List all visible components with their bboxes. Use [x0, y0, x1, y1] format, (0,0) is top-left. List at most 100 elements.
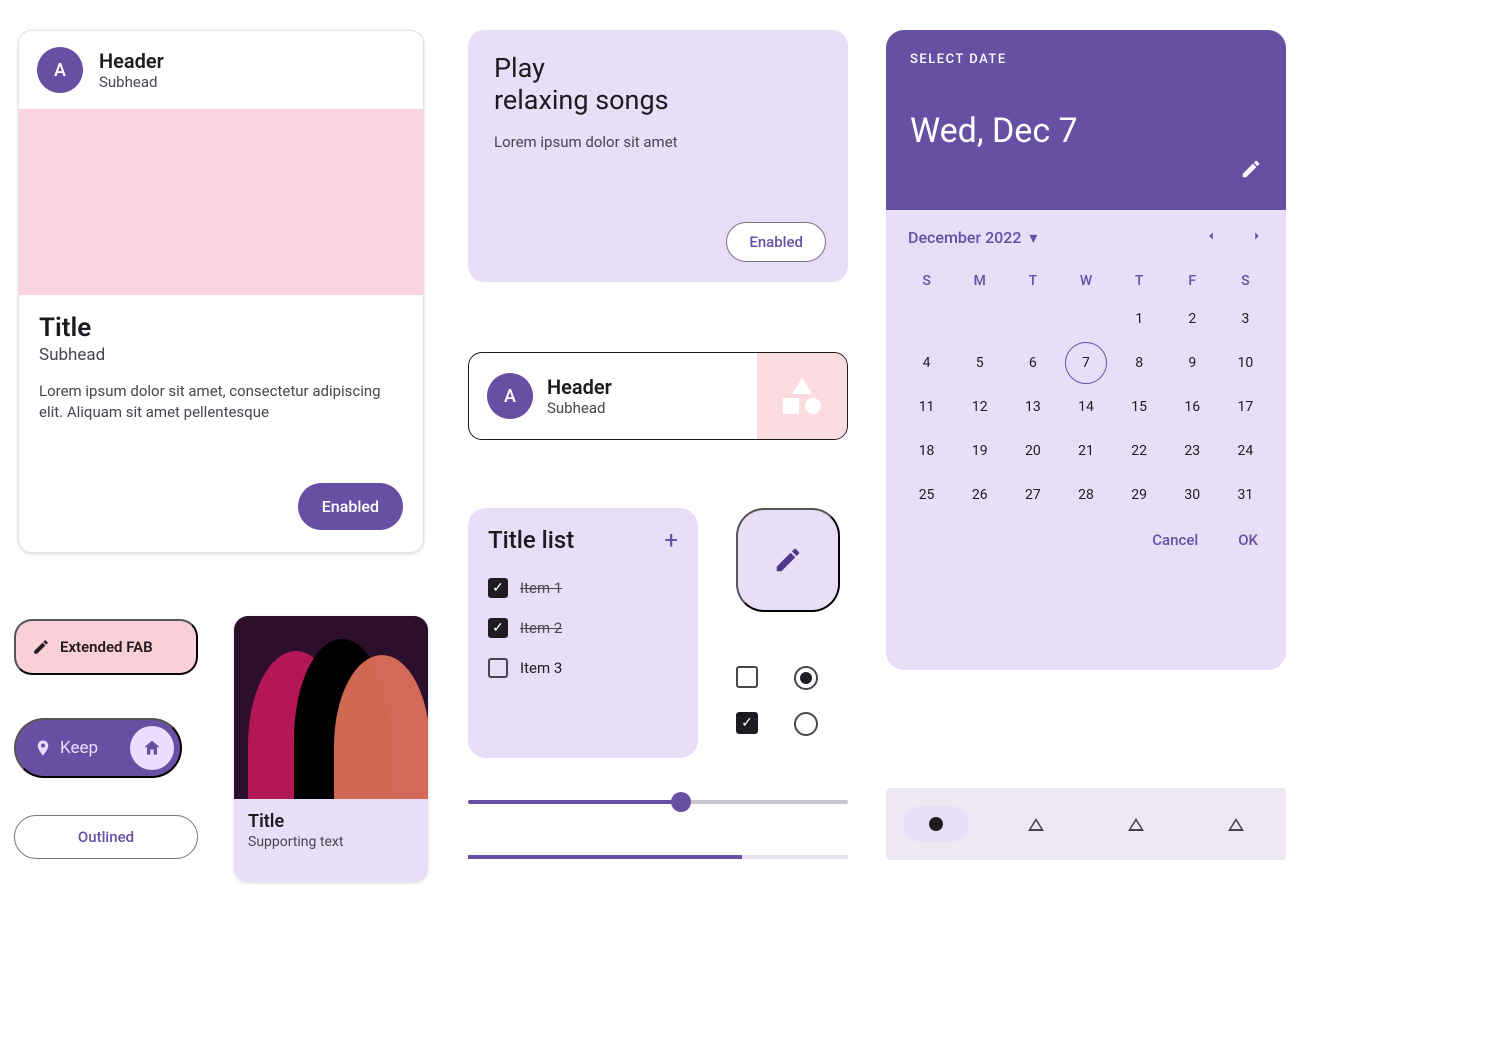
- edit-fab[interactable]: [736, 508, 840, 612]
- header-card[interactable]: A Header Subhead: [468, 352, 848, 440]
- calendar-day[interactable]: 15: [1113, 385, 1166, 429]
- prev-month-button[interactable]: [1204, 228, 1218, 247]
- checkbox[interactable]: [488, 658, 508, 678]
- calendar-day[interactable]: 21: [1059, 429, 1112, 473]
- card-header-text: Header Subhead: [99, 49, 164, 91]
- extended-fab-label: Extended FAB: [60, 638, 153, 656]
- play-card: Play relaxing songs Lorem ipsum dolor si…: [468, 30, 848, 282]
- bottom-nav-item-3[interactable]: [1104, 806, 1168, 842]
- radio-unselected[interactable]: [794, 712, 818, 736]
- image-card[interactable]: Title Supporting text: [234, 616, 428, 882]
- date-picker-ok-button[interactable]: OK: [1238, 531, 1258, 549]
- keep-home-button[interactable]: [130, 726, 174, 770]
- header-card-left: A Header Subhead: [469, 373, 630, 419]
- date-picker-cancel-button[interactable]: Cancel: [1152, 531, 1198, 549]
- list-item[interactable]: ✓Item 1: [488, 568, 678, 608]
- calendar-day[interactable]: 22: [1113, 429, 1166, 473]
- card-hero-image: [19, 109, 423, 295]
- date-picker: SELECT DATE Wed, Dec 7 December 2022 ▾ S…: [886, 30, 1286, 670]
- home-icon: [142, 738, 162, 758]
- calendar-day[interactable]: 18: [900, 429, 953, 473]
- avatar[interactable]: A: [37, 47, 83, 93]
- radio-selected[interactable]: [794, 666, 818, 690]
- checkbox[interactable]: ✓: [488, 578, 508, 598]
- calendar-day[interactable]: 25: [900, 473, 953, 517]
- date-picker-selected-date: Wed, Dec 7: [910, 111, 1262, 151]
- keep-chip-label: Keep: [60, 738, 98, 758]
- calendar-day[interactable]: 3: [1219, 297, 1272, 341]
- slider[interactable]: [468, 800, 848, 804]
- weekday-header: T: [1006, 265, 1059, 297]
- outlined-button[interactable]: Outlined: [14, 815, 198, 859]
- calendar-day[interactable]: 13: [1006, 385, 1059, 429]
- weekday-header: S: [1219, 265, 1272, 297]
- calendar-day[interactable]: 11: [900, 385, 953, 429]
- list-item-label: Item 2: [520, 619, 562, 637]
- title-list-heading: Title list: [488, 526, 574, 554]
- list-item[interactable]: ✓ Item 2: [488, 608, 678, 648]
- add-item-button[interactable]: +: [664, 526, 678, 554]
- keep-chip[interactable]: Keep: [14, 718, 182, 778]
- triangle-icon: [1128, 818, 1144, 831]
- list-item[interactable]: Item 3: [488, 648, 678, 688]
- avatar[interactable]: A: [487, 373, 533, 419]
- calendar-day[interactable]: 26: [953, 473, 1006, 517]
- calendar-day[interactable]: 24: [1219, 429, 1272, 473]
- calendar-day[interactable]: 28: [1059, 473, 1112, 517]
- checkbox[interactable]: ✓: [488, 618, 508, 638]
- date-picker-month-button[interactable]: December 2022 ▾: [908, 228, 1037, 247]
- calendar-day[interactable]: 20: [1006, 429, 1059, 473]
- calendar-day[interactable]: 17: [1219, 385, 1272, 429]
- bottom-nav-item-1[interactable]: [904, 806, 968, 842]
- title-list-card: Title list + ✓Item 1✓Item 2Item 3: [468, 508, 698, 758]
- calendar-grid: SMTWTFS 12345678910111213141516171819202…: [886, 265, 1286, 517]
- calendar-day[interactable]: 14: [1059, 385, 1112, 429]
- calendar-day[interactable]: 29: [1113, 473, 1166, 517]
- extended-fab[interactable]: Extended FAB: [14, 619, 198, 675]
- card-paragraph: Lorem ipsum dolor sit amet, consectetur …: [39, 381, 403, 423]
- bottom-nav-item-2[interactable]: [1004, 806, 1068, 842]
- calendar-day[interactable]: 23: [1166, 429, 1219, 473]
- calendar-day[interactable]: 27: [1006, 473, 1059, 517]
- calendar-day[interactable]: 5: [953, 341, 1006, 385]
- calendar-day[interactable]: 6: [1006, 341, 1059, 385]
- title-list-items: ✓Item 1✓Item 2Item 3: [488, 568, 678, 688]
- calendar-day: [1006, 297, 1059, 341]
- checkbox-checked[interactable]: ✓: [736, 712, 758, 734]
- calendar-day[interactable]: 2: [1166, 297, 1219, 341]
- calendar-day[interactable]: 1: [1113, 297, 1166, 341]
- calendar-day[interactable]: 9: [1166, 341, 1219, 385]
- card-header-title: Header: [99, 49, 164, 73]
- weekday-header: T: [1113, 265, 1166, 297]
- pin-icon: [34, 739, 52, 757]
- calendar-day[interactable]: 30: [1166, 473, 1219, 517]
- calendar-day[interactable]: 7: [1059, 341, 1112, 385]
- image-card-title: Title: [248, 811, 414, 832]
- calendar-day[interactable]: 19: [953, 429, 1006, 473]
- card-primary-button[interactable]: Enabled: [298, 483, 403, 530]
- pencil-icon: [1240, 158, 1262, 180]
- calendar-day: [900, 297, 953, 341]
- media-card: A Header Subhead Title Subhead Lorem ips…: [18, 30, 424, 553]
- calendar-day[interactable]: 10: [1219, 341, 1272, 385]
- calendar-day[interactable]: 12: [953, 385, 1006, 429]
- weekday-header: M: [953, 265, 1006, 297]
- play-card-title: Play relaxing songs: [494, 52, 822, 117]
- bottom-nav-item-4[interactable]: [1204, 806, 1268, 842]
- date-picker-edit-button[interactable]: [1240, 158, 1262, 184]
- calendar-day: [1059, 297, 1112, 341]
- weekday-header: W: [1059, 265, 1112, 297]
- calendar-day[interactable]: 8: [1113, 341, 1166, 385]
- card-title: Title: [39, 313, 403, 343]
- date-picker-month-nav: December 2022 ▾: [886, 210, 1286, 265]
- calendar-day[interactable]: 16: [1166, 385, 1219, 429]
- calendar-day: [953, 297, 1006, 341]
- calendar-day[interactable]: 4: [900, 341, 953, 385]
- square-icon: [783, 398, 799, 414]
- calendar-day[interactable]: 31: [1219, 473, 1272, 517]
- weekday-header: S: [900, 265, 953, 297]
- play-card-button[interactable]: Enabled: [726, 222, 826, 262]
- checkbox-unchecked[interactable]: [736, 666, 758, 688]
- triangle-icon: [1228, 818, 1244, 831]
- next-month-button[interactable]: [1250, 228, 1264, 247]
